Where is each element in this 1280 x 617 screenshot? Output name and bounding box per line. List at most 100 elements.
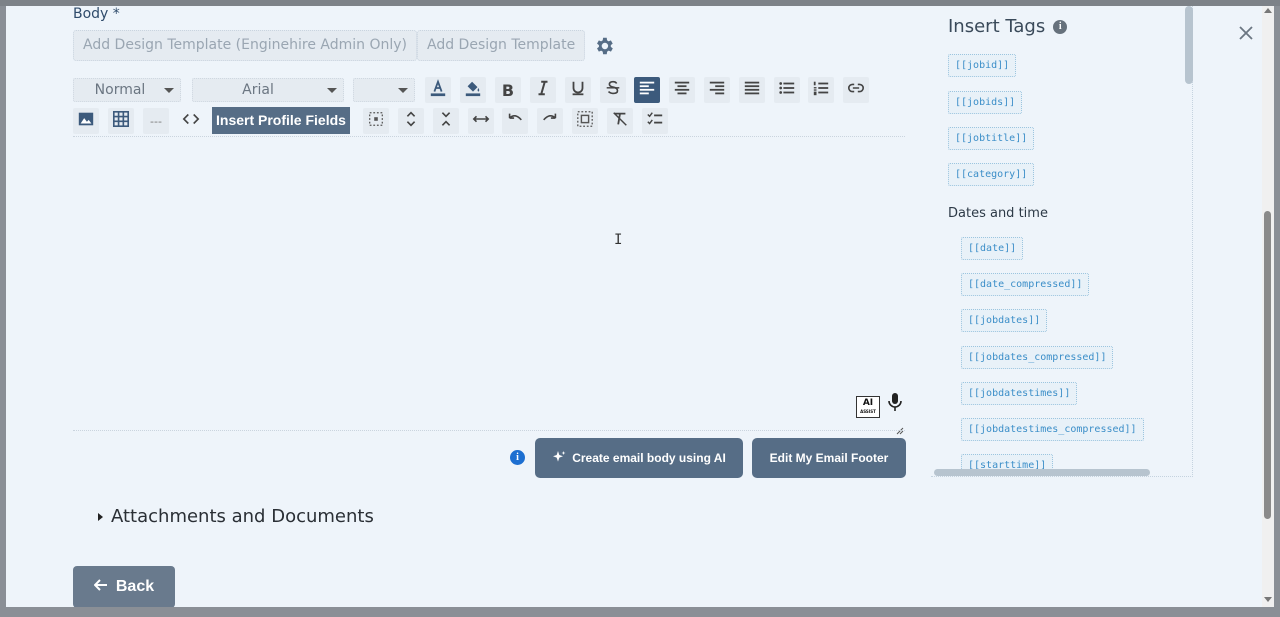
align-left-button[interactable] — [634, 77, 660, 103]
highlight-color-button[interactable] — [460, 77, 486, 103]
tags-panel-vertical-scrollbar[interactable] — [1185, 6, 1193, 84]
strikethrough-icon — [604, 79, 622, 101]
select-box-icon — [576, 110, 594, 132]
code-icon — [182, 110, 200, 132]
insert-table-button[interactable] — [108, 108, 134, 134]
create-email-body-ai-button[interactable]: Create email body using AI — [535, 438, 743, 478]
strikethrough-button[interactable] — [600, 77, 626, 103]
scroll-down-icon[interactable] — [1264, 597, 1272, 602]
underline-button[interactable] — [565, 77, 591, 103]
redo-button[interactable] — [537, 108, 563, 134]
align-right-icon — [708, 79, 726, 101]
tag-date[interactable]: [[date]] — [961, 237, 1024, 260]
resize-handle-icon[interactable] — [896, 420, 904, 435]
align-right-button[interactable] — [704, 77, 730, 103]
tag-date-compressed[interactable]: [[date_compressed]] — [961, 273, 1090, 296]
align-left-icon — [638, 79, 656, 101]
email-editor-modal: Body * Add Design Template (Enginehire A… — [6, 6, 1274, 607]
fullscreen-button[interactable] — [572, 108, 598, 134]
undo-icon — [506, 110, 524, 132]
edit-email-footer-label: Edit My Email Footer — [769, 451, 889, 465]
fill-color-icon — [464, 79, 482, 101]
table-icon — [112, 110, 130, 132]
select-all-icon — [367, 110, 385, 132]
align-justify-icon — [743, 79, 761, 101]
font-family-value: Arial — [242, 82, 274, 98]
font-size-select[interactable] — [353, 78, 415, 102]
collapse-vertical-button[interactable] — [433, 108, 459, 134]
text-color-button[interactable] — [425, 77, 451, 103]
bullet-list-icon — [778, 79, 796, 101]
redo-icon — [541, 110, 559, 132]
modal-vertical-scrollbar[interactable] — [1262, 6, 1274, 607]
add-design-template-admin-button[interactable]: Add Design Template (Enginehire Admin On… — [73, 30, 417, 61]
dates-and-time-heading: Dates and time — [948, 206, 1048, 221]
scrollbar-thumb[interactable] — [1264, 211, 1271, 519]
align-center-icon — [673, 79, 691, 101]
clear-format-icon — [611, 110, 629, 132]
unfold-less-icon — [437, 110, 455, 132]
caret-right-icon — [98, 512, 103, 521]
tag-jobtitle[interactable]: [[jobtitle]] — [948, 127, 1035, 150]
attachments-toggle[interactable]: Attachments and Documents — [98, 506, 374, 527]
underline-icon — [569, 79, 587, 101]
font-family-select[interactable]: Arial — [192, 78, 344, 102]
undo-button[interactable] — [502, 108, 528, 134]
edit-email-footer-button[interactable]: Edit My Email Footer — [752, 438, 906, 478]
tag-jobdates[interactable]: [[jobdates]] — [961, 309, 1048, 332]
body-label: Body * — [73, 6, 120, 22]
horizontal-rule-icon: --- — [150, 114, 162, 128]
chevron-down-icon — [398, 88, 408, 93]
numbered-list-button[interactable] — [808, 77, 834, 103]
horizontal-rule-button[interactable]: --- — [143, 108, 169, 134]
gear-icon[interactable] — [593, 35, 615, 57]
checklist-icon — [646, 110, 664, 132]
tag-jobdatestimes-compressed[interactable]: [[jobdatestimes_compressed]] — [961, 418, 1144, 441]
code-view-button[interactable] — [178, 108, 204, 134]
tags-panel-horizontal-scrollbar[interactable] — [934, 469, 1150, 476]
align-justify-button[interactable] — [739, 77, 765, 103]
email-body-editor[interactable] — [73, 142, 905, 432]
back-label: Back — [115, 578, 155, 595]
chevron-down-icon — [164, 88, 174, 93]
tag-jobid[interactable]: [[jobid]] — [948, 54, 1017, 77]
insert-profile-fields-button[interactable]: Insert Profile Fields — [212, 107, 350, 134]
create-email-body-ai-label: Create email body using AI — [572, 451, 726, 465]
clear-formatting-button[interactable] — [607, 108, 633, 134]
bold-icon: B — [501, 80, 515, 100]
tag-jobids[interactable]: [[jobids]] — [948, 91, 1023, 114]
tag-jobdatestimes[interactable]: [[jobdatestimes]] — [961, 382, 1078, 405]
numbered-list-icon — [812, 79, 830, 101]
italic-button[interactable] — [530, 77, 556, 103]
bold-button[interactable]: B — [495, 77, 521, 103]
tag-category[interactable]: [[category]] — [948, 163, 1035, 186]
text-cursor-icon: I — [614, 232, 623, 248]
close-icon[interactable] — [1237, 24, 1255, 42]
microphone-icon[interactable] — [886, 392, 904, 412]
insert-tags-panel[interactable]: Insert Tags i [[jobid]] [[jobids]] [[job… — [931, 6, 1193, 477]
insert-tags-title: Insert Tags — [948, 16, 1046, 37]
image-icon — [77, 110, 95, 132]
ai-assist-button[interactable]: AI ASSIST — [856, 396, 880, 418]
ai-assist-label: AI — [862, 398, 874, 408]
insert-tags-header: Insert Tags i — [948, 16, 1068, 37]
link-button[interactable] — [843, 77, 869, 103]
insert-image-button[interactable] — [73, 108, 99, 134]
bullet-list-button[interactable] — [774, 77, 800, 103]
info-icon[interactable]: i — [510, 450, 525, 465]
select-all-button[interactable] — [363, 108, 389, 134]
chevron-down-icon — [327, 88, 337, 93]
scroll-up-icon[interactable] — [1264, 8, 1272, 13]
full-width-button[interactable] — [468, 108, 494, 134]
align-center-button[interactable] — [669, 77, 695, 103]
expand-vertical-button[interactable] — [398, 108, 424, 134]
paragraph-style-select[interactable]: Normal — [73, 78, 181, 102]
checklist-button[interactable] — [642, 108, 668, 134]
link-icon — [847, 79, 865, 101]
ai-assist-sublabel: ASSIST — [860, 409, 876, 414]
info-icon[interactable]: i — [1053, 19, 1068, 34]
back-button[interactable]: Back — [73, 566, 175, 607]
tag-jobdates-compressed[interactable]: [[jobdates_compressed]] — [961, 346, 1114, 369]
add-design-template-button[interactable]: Add Design Template — [417, 30, 586, 61]
italic-icon — [534, 79, 552, 101]
